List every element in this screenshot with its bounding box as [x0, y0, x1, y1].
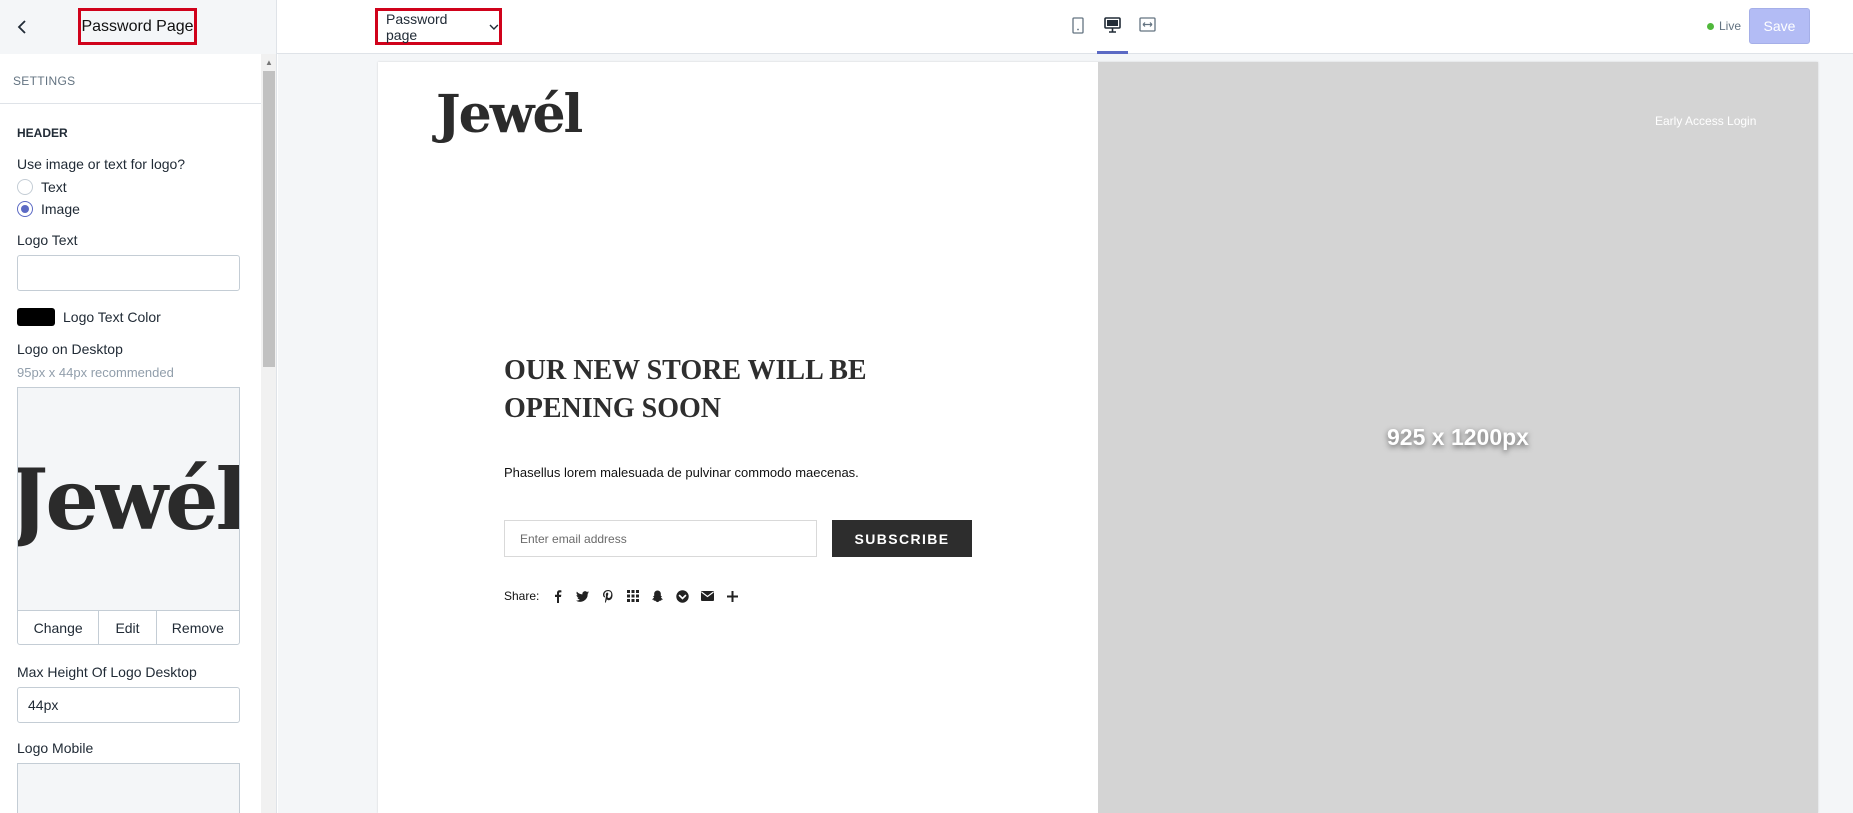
- radio-image-label: Image: [41, 201, 80, 217]
- live-label: Live: [1719, 19, 1742, 33]
- section-title: HEADER: [17, 126, 68, 140]
- storefront-preview: Jewél OUR NEW STORE WILL BE OPENING SOON…: [378, 62, 1818, 813]
- logo-desktop-label: Logo on Desktop: [17, 341, 123, 357]
- fullscreen-view-button[interactable]: [1132, 10, 1163, 54]
- share-label: Share:: [504, 589, 540, 603]
- device-switcher: [1062, 10, 1163, 54]
- twitter-icon[interactable]: [576, 590, 590, 603]
- logo-text-label: Logo Text: [17, 232, 78, 248]
- headline-line-2: OPENING SOON: [504, 393, 722, 424]
- radio-image-option[interactable]: Image: [17, 201, 244, 217]
- store-logo[interactable]: Jewél: [436, 84, 583, 145]
- headline: OUR NEW STORE WILL BE OPENING SOON: [504, 352, 924, 428]
- image-size-label: 925 x 1200px: [1387, 424, 1529, 450]
- preview-canvas: Jewél OUR NEW STORE WILL BE OPENING SOON…: [278, 54, 1853, 813]
- logo-text-color-row: Logo Text Color: [17, 308, 244, 326]
- email-input[interactable]: Enter email address: [504, 520, 817, 557]
- logo-image: Jewél: [17, 449, 240, 549]
- edit-logo-button[interactable]: Edit: [99, 611, 157, 644]
- desktop-view-button[interactable]: [1097, 10, 1128, 54]
- sidebar-header: Password Page: [0, 0, 277, 54]
- logo-desktop-hint: 95px x 44px recommended: [17, 365, 174, 380]
- logo-text-color-label: Logo Text Color: [63, 309, 161, 325]
- logo-text-color-swatch[interactable]: [17, 308, 55, 326]
- logo-type-label: Use image or text for logo?: [17, 156, 186, 172]
- page-title: Password Page: [78, 8, 197, 45]
- change-logo-button[interactable]: Change: [18, 611, 100, 644]
- fullscreen-icon: [1139, 17, 1156, 32]
- logo-desktop-preview[interactable]: Jewél: [17, 387, 240, 610]
- radio-image[interactable]: [17, 201, 33, 217]
- page-template-select[interactable]: Password page: [375, 8, 502, 45]
- remove-logo-button[interactable]: Remove: [157, 611, 239, 644]
- page-select-label: Password page: [386, 10, 448, 43]
- description: Phasellus lorem malesuada de pulvinar co…: [504, 465, 859, 480]
- chevron-down-icon: [489, 24, 499, 30]
- radio-text[interactable]: [17, 179, 33, 195]
- scroll-up-arrow-icon[interactable]: ▲: [263, 58, 275, 68]
- early-access-login-link[interactable]: Early Access Login: [1655, 114, 1756, 128]
- desktop-icon: [1104, 17, 1121, 33]
- back-button[interactable]: [10, 15, 34, 39]
- live-status: Live: [1707, 19, 1741, 33]
- logo-mobile-preview[interactable]: [17, 763, 240, 813]
- share-row: Share:: [504, 589, 739, 603]
- chevron-left-icon: [17, 20, 26, 34]
- max-height-label: Max Height Of Logo Desktop: [17, 664, 197, 680]
- radio-text-option[interactable]: Text: [17, 179, 244, 195]
- sidebar-scroll-thumb[interactable]: [263, 71, 275, 367]
- radio-text-label: Text: [41, 179, 67, 195]
- logo-mobile-label: Logo Mobile: [17, 740, 94, 756]
- snapchat-icon[interactable]: [651, 590, 664, 603]
- subscribe-button[interactable]: SUBSCRIBE: [832, 520, 972, 557]
- settings-sidebar: SETTINGS HEADER Use image or text for lo…: [0, 54, 277, 813]
- editor-topbar: Password Page Password page Live Save: [0, 0, 1853, 54]
- pinterest-icon[interactable]: [601, 589, 614, 603]
- mobile-icon: [1071, 17, 1084, 34]
- live-dot-icon: [1707, 22, 1714, 30]
- email-icon[interactable]: [701, 590, 715, 603]
- headline-line-1: OUR NEW STORE WILL BE: [504, 355, 867, 386]
- plus-icon[interactable]: [726, 590, 739, 603]
- grid-icon[interactable]: [626, 590, 639, 603]
- header-section: HEADER Use image or text for logo? Text …: [0, 126, 261, 813]
- pocket-icon[interactable]: [676, 589, 690, 603]
- mobile-view-button[interactable]: [1062, 10, 1093, 54]
- max-height-input[interactable]: 44px: [17, 687, 240, 723]
- logo-actions: Change Edit Remove: [17, 610, 240, 645]
- logo-text-input[interactable]: [17, 255, 240, 291]
- hero-image-placeholder: 925 x 1200px Early Access Login: [1098, 62, 1818, 813]
- facebook-icon[interactable]: [551, 589, 564, 603]
- preview-content: Jewél OUR NEW STORE WILL BE OPENING SOON…: [378, 62, 1098, 813]
- settings-heading: SETTINGS: [0, 54, 261, 104]
- save-button[interactable]: Save: [1749, 8, 1810, 44]
